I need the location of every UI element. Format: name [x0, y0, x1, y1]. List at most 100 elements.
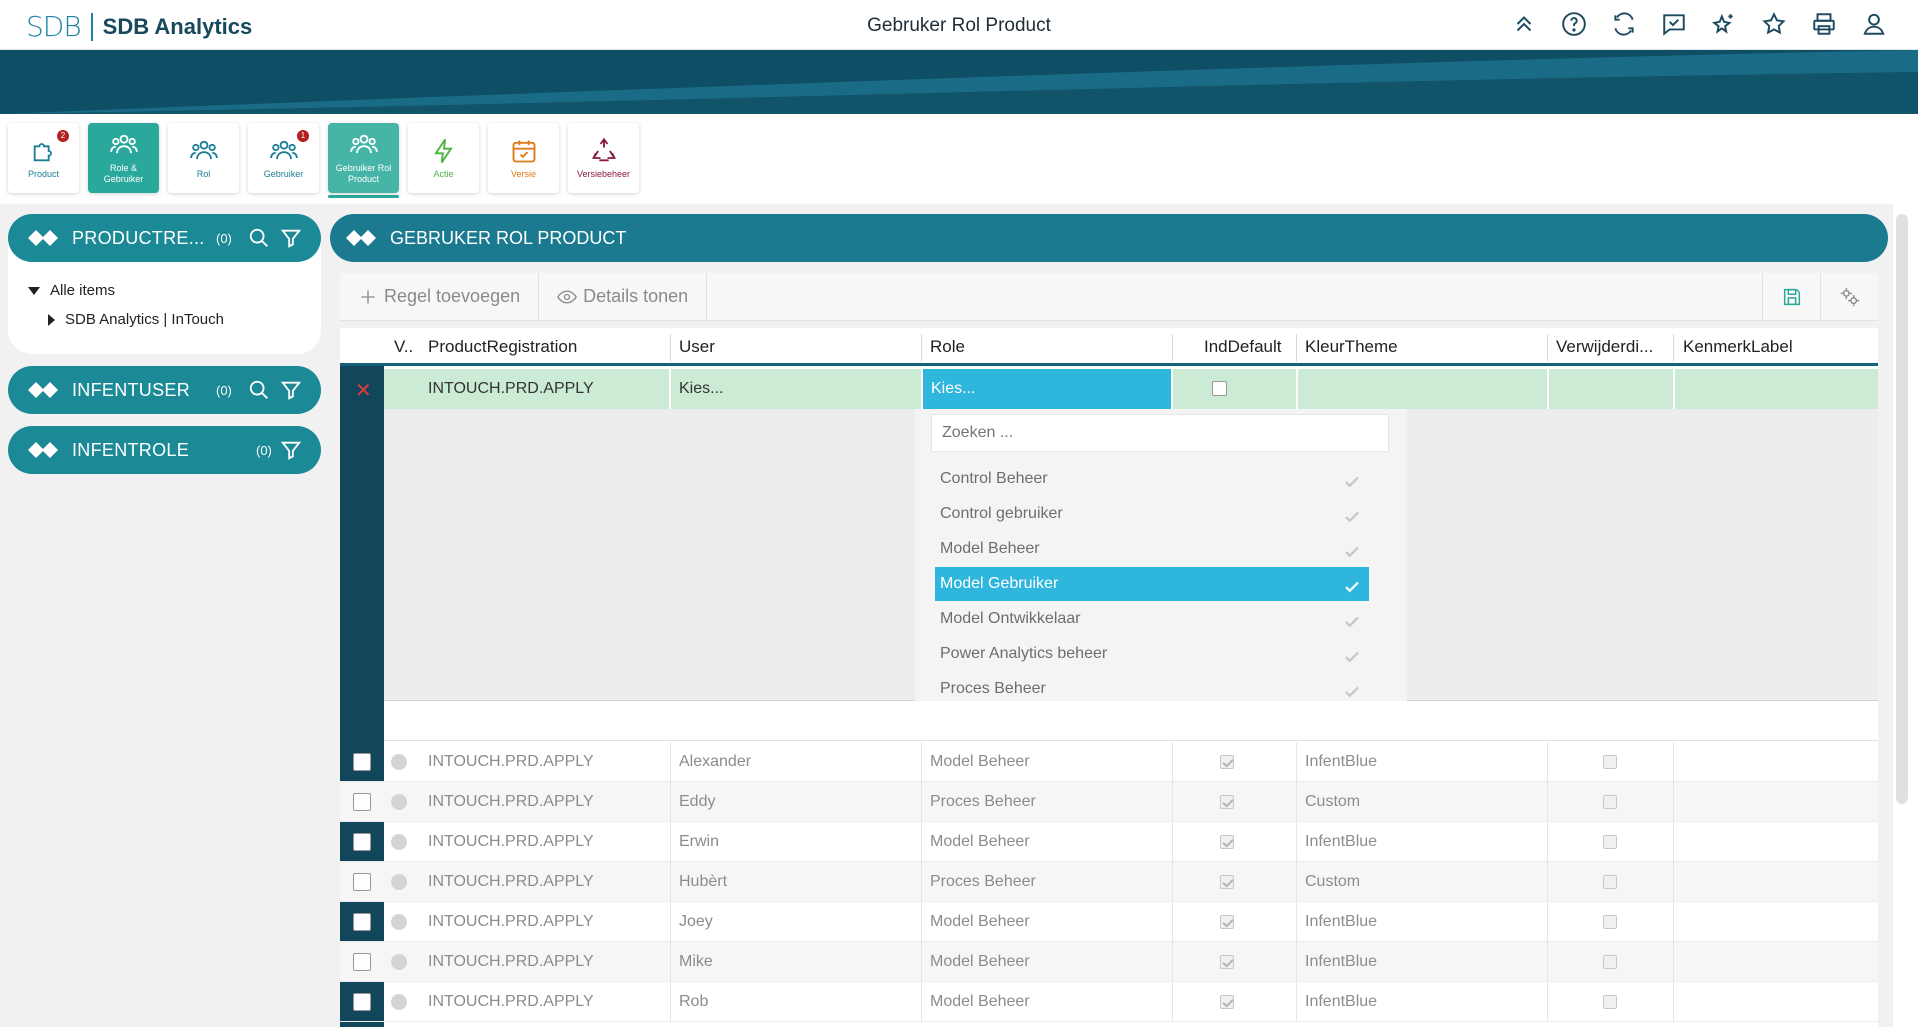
dropdown-option[interactable]: Model Beheer: [935, 532, 1369, 566]
tile-gebruiker[interactable]: 1 Gebruiker: [248, 123, 319, 193]
cell-theme[interactable]: InfentBlue: [1297, 942, 1547, 982]
save-button[interactable]: [1762, 273, 1820, 320]
row-checkbox[interactable]: [353, 993, 371, 1011]
user-icon[interactable]: [1860, 10, 1888, 38]
table-row[interactable]: INTOUCH.PRD.APPLY Eddy Proces Beheer Cus…: [340, 782, 1878, 822]
tree-item-child[interactable]: SDB Analytics | InTouch: [28, 305, 321, 334]
cell-user[interactable]: Hubèrt: [671, 862, 921, 902]
table-row[interactable]: INTOUCH.PRD.APPLY Hubèrt Proces Beheer C…: [340, 862, 1878, 902]
cell-user[interactable]: Eddy: [671, 782, 921, 822]
role-select[interactable]: Kies...: [923, 369, 1171, 409]
column-header[interactable]: Verwijderdi...: [1548, 328, 1674, 366]
print-icon[interactable]: [1810, 10, 1838, 38]
help-icon[interactable]: [1560, 10, 1588, 38]
cell-role[interactable]: Model Beheer: [922, 742, 1172, 782]
column-header[interactable]: ProductRegistration: [420, 328, 670, 366]
refresh-icon[interactable]: [1610, 10, 1638, 38]
tile-versie[interactable]: Versie: [488, 123, 559, 193]
dropdown-option[interactable]: Proces Beheer: [935, 672, 1369, 701]
dropdown-search-input[interactable]: [931, 414, 1389, 452]
panel-header[interactable]: PRODUCTRE... (0): [8, 214, 321, 262]
show-details-button[interactable]: Details tonen: [539, 273, 708, 320]
column-divider[interactable]: [1673, 334, 1674, 362]
row-checkbox[interactable]: [353, 833, 371, 851]
cancel-row-icon[interactable]: ✕: [355, 378, 372, 403]
cell-role[interactable]: Proces Beheer: [922, 862, 1172, 902]
caret-right-icon[interactable]: [48, 313, 55, 326]
sparkle-star-icon[interactable]: [1710, 10, 1738, 38]
cell-theme[interactable]: InfentBlue: [1297, 902, 1547, 942]
tile-product[interactable]: 2 Product: [8, 123, 79, 193]
tile-versiebeheer[interactable]: Versiebeheer: [568, 123, 639, 193]
panel-header[interactable]: INFENTUSER (0): [8, 366, 321, 414]
tile-rol[interactable]: Rol: [168, 123, 239, 193]
table-row[interactable]: INTOUCH.PRD.APPLY Alexander Model Beheer…: [340, 742, 1878, 782]
cell-user[interactable]: Joey: [671, 902, 921, 942]
cell-role[interactable]: Model Beheer: [922, 982, 1172, 1022]
cell-role[interactable]: Model Beheer: [922, 822, 1172, 862]
column-divider[interactable]: [1172, 334, 1173, 362]
row-checkbox[interactable]: [353, 953, 371, 971]
search-icon[interactable]: [248, 379, 270, 401]
cell-theme[interactable]: InfentBlue: [1297, 742, 1547, 782]
filter-icon[interactable]: [280, 379, 302, 401]
row-checkbox[interactable]: [353, 913, 371, 931]
row-checkbox[interactable]: [353, 793, 371, 811]
dropdown-option-selected[interactable]: Model Gebruiker: [935, 567, 1369, 601]
cell-user[interactable]: Rob: [671, 982, 921, 1022]
cell-role[interactable]: Model Beheer: [922, 942, 1172, 982]
column-header[interactable]: KleurTheme: [1297, 328, 1547, 366]
dropdown-option[interactable]: Power Analytics beheer: [935, 637, 1369, 671]
select-all-checkbox[interactable]: [353, 338, 371, 356]
cell-theme[interactable]: InfentBlue: [1297, 982, 1547, 1022]
kleurtheme-cell[interactable]: [1298, 369, 1546, 409]
cell-theme[interactable]: Custom: [1297, 782, 1547, 822]
column-header[interactable]: IndDefault: [1196, 328, 1306, 366]
cell-product[interactable]: INTOUCH.PRD.APPLY: [420, 782, 670, 822]
product-cell-input[interactable]: INTOUCH.PRD.APPLY: [420, 369, 670, 409]
row-checkbox[interactable]: [353, 873, 371, 891]
table-row[interactable]: INTOUCH.PRD.APPLY Joey Model Beheer Infe…: [340, 902, 1878, 942]
cell-theme[interactable]: Custom: [1297, 862, 1547, 902]
settings-button[interactable]: [1820, 273, 1878, 320]
column-header[interactable]: V..: [386, 328, 420, 366]
cell-role[interactable]: Model Beheer: [922, 902, 1172, 942]
panel-header[interactable]: INFENTROLE (0): [8, 426, 321, 474]
column-header[interactable]: Role: [922, 328, 1172, 366]
add-row-button[interactable]: Regel toevoegen: [340, 273, 540, 320]
search-icon[interactable]: [248, 227, 270, 249]
cell-user[interactable]: Mike: [671, 942, 921, 982]
cell-user[interactable]: Alexander: [671, 742, 921, 782]
cell-product[interactable]: INTOUCH.PRD.APPLY: [420, 982, 670, 1022]
chevrons-up-icon[interactable]: [1510, 10, 1538, 38]
table-row[interactable]: INTOUCH.PRD.APPLY Mike Model Beheer Infe…: [340, 942, 1878, 982]
filter-icon[interactable]: [280, 439, 302, 461]
tile-actie[interactable]: Actie: [408, 123, 479, 193]
user-select[interactable]: Kies...: [671, 369, 921, 409]
cell-theme[interactable]: InfentBlue: [1297, 822, 1547, 862]
inddefault-checkbox[interactable]: [1212, 381, 1227, 396]
column-header[interactable]: KenmerkLabel: [1675, 328, 1875, 366]
row-checkbox[interactable]: [353, 753, 371, 771]
chat-check-icon[interactable]: [1660, 10, 1688, 38]
tile-role-gebruiker[interactable]: Role & Gebruiker: [88, 123, 159, 193]
tree-item-root[interactable]: Alle items: [28, 276, 321, 305]
cell-role[interactable]: Proces Beheer: [922, 782, 1172, 822]
cell-product[interactable]: INTOUCH.PRD.APPLY: [420, 902, 670, 942]
dropdown-option[interactable]: Control Beheer: [935, 462, 1369, 496]
cell-product[interactable]: INTOUCH.PRD.APPLY: [420, 942, 670, 982]
cell-product[interactable]: INTOUCH.PRD.APPLY: [420, 742, 670, 782]
table-row[interactable]: INTOUCH.PRD.APPLY Rob Model Beheer Infen…: [340, 982, 1878, 1022]
cell-product[interactable]: INTOUCH.PRD.APPLY: [420, 822, 670, 862]
star-icon[interactable]: [1760, 10, 1788, 38]
cell-user[interactable]: Erwin: [671, 822, 921, 862]
dropdown-option[interactable]: Control gebruiker: [935, 497, 1369, 531]
column-header[interactable]: User: [671, 328, 921, 366]
cell-product[interactable]: INTOUCH.PRD.APPLY: [420, 862, 670, 902]
scrollbar[interactable]: [1896, 214, 1908, 804]
caret-down-icon[interactable]: [28, 286, 40, 295]
filter-icon[interactable]: [280, 227, 302, 249]
table-row[interactable]: INTOUCH.PRD.APPLY Erwin Model Beheer Inf…: [340, 822, 1878, 862]
tile-gebruiker-rol-product[interactable]: Gebruiker Rol Product: [328, 123, 399, 198]
dropdown-option[interactable]: Model Ontwikkelaar: [935, 602, 1369, 636]
